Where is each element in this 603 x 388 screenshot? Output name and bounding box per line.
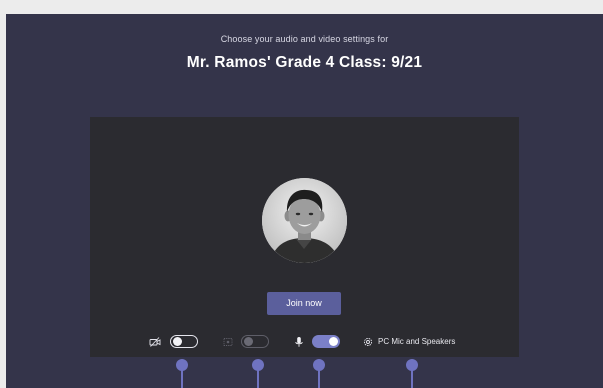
device-settings-callout-marker [406,359,418,388]
camera-toggle[interactable] [170,335,198,348]
background-callout-marker [252,359,264,388]
microphone-callout-marker [313,359,325,388]
join-now-button[interactable]: Join now [267,292,341,315]
microphone-icon[interactable] [293,336,305,348]
microphone-toggle-knob [329,337,338,346]
background-toggle-knob [244,337,253,346]
callout-stem [318,369,320,388]
device-settings-label[interactable]: PC Mic and Speakers [378,336,455,348]
avatar [262,178,347,263]
background-effects-toggle [241,335,269,348]
background-blur-icon [222,336,234,348]
camera-toggle-knob [173,337,182,346]
video-preview-panel: Join now PC Mic and Speakers [90,117,519,357]
prejoin-subtitle: Choose your audio and video settings for [220,34,389,44]
device-controls-bar: PC Mic and Speakers [90,333,519,351]
meeting-title: Mr. Ramos' Grade 4 Class: 9/21 [186,54,423,71]
camera-callout-marker [176,359,188,388]
gear-icon[interactable] [362,336,374,348]
callout-stem [257,369,259,388]
callout-stem [411,369,413,388]
camera-off-icon[interactable] [149,336,161,348]
meeting-prejoin-screen: Choose your audio and video settings for… [6,14,603,388]
callout-stem [181,369,183,388]
microphone-toggle[interactable] [312,335,340,348]
